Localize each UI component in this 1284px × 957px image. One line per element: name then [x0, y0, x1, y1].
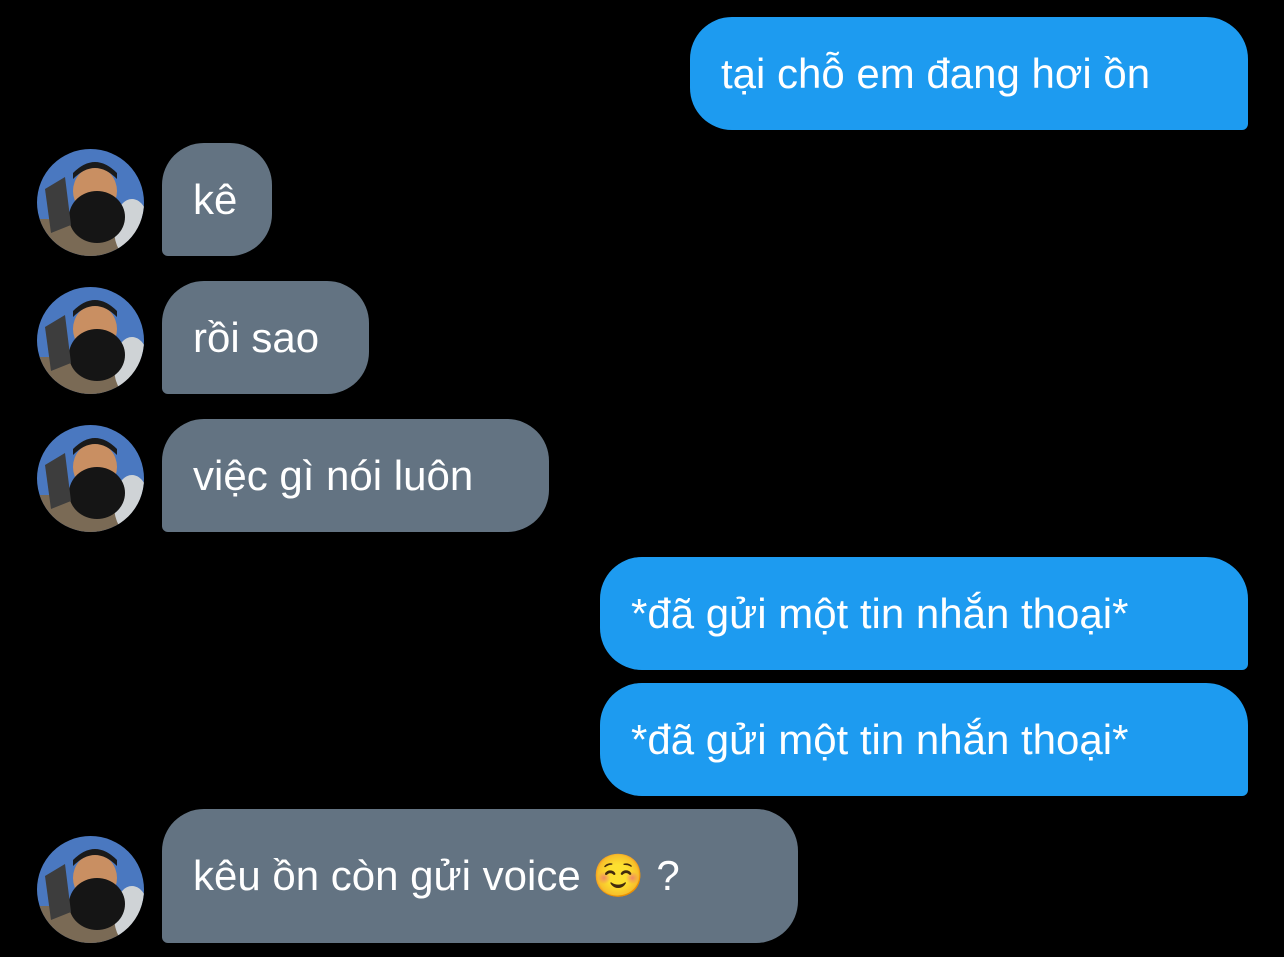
- message-text: tại chỗ em đang hơi ồn: [721, 50, 1151, 97]
- user-avatar-icon[interactable]: [37, 149, 144, 256]
- message-text: việc gì nói luôn: [193, 452, 474, 499]
- user-avatar-icon[interactable]: [37, 836, 144, 943]
- message-text: *đã gửi một tin nhắn thoại*: [631, 716, 1129, 763]
- user-avatar-icon[interactable]: [37, 287, 144, 394]
- received-message-bubble[interactable]: kê: [162, 143, 272, 256]
- received-message-bubble[interactable]: kêu ồn còn gửi voice ☺️ ?: [162, 809, 798, 943]
- sent-message-bubble[interactable]: tại chỗ em đang hơi ồn: [690, 17, 1248, 130]
- message-text: rồi sao: [193, 314, 320, 361]
- sent-message-bubble[interactable]: *đã gửi một tin nhắn thoại*: [600, 683, 1248, 796]
- message-text: *đã gửi một tin nhắn thoại*: [631, 590, 1129, 637]
- message-text: kêu ồn còn gửi voice ☺️ ?: [193, 852, 680, 899]
- user-avatar-icon[interactable]: [37, 425, 144, 532]
- received-message-bubble[interactable]: rồi sao: [162, 281, 369, 394]
- sent-message-bubble[interactable]: *đã gửi một tin nhắn thoại*: [600, 557, 1248, 670]
- received-message-bubble[interactable]: việc gì nói luôn: [162, 419, 549, 532]
- message-text: kê: [193, 176, 238, 223]
